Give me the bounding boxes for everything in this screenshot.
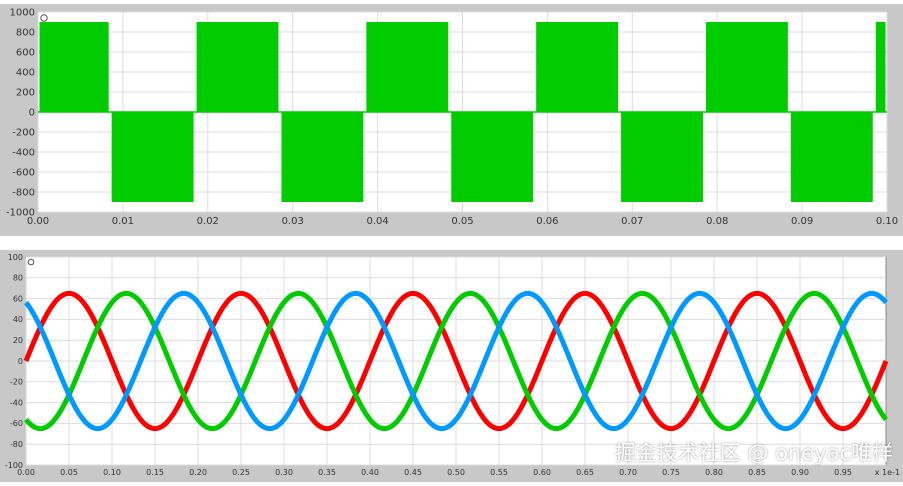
x-tick-label: 0.55 — [490, 468, 508, 477]
y-tick-label: 1000 — [10, 8, 35, 19]
y-tick-label: 400 — [16, 68, 35, 79]
y-tick-label: 80 — [13, 274, 23, 283]
x-tick-label: 0.50 — [447, 468, 465, 477]
x-tick-label: 0.15 — [146, 468, 164, 477]
pulse-block — [536, 22, 619, 112]
y-tick-label: 800 — [16, 28, 35, 39]
x-tick-label: 0.30 — [275, 468, 293, 477]
y-tick-label: 100 — [8, 253, 23, 262]
y-tick-label: 0 — [18, 357, 23, 366]
watermark-text: 掘金技术社区 @ oneyac唯样 — [614, 441, 893, 465]
pulse-block — [621, 112, 703, 202]
pulse-block — [281, 112, 364, 202]
y-tick-label: 0 — [29, 108, 35, 119]
y-tick-label: -60 — [10, 419, 23, 428]
top-chart-panel: 1000 800 600 400 200 0 -200 -400 -600 -800 -1000 0.… — [0, 4, 903, 236]
y-tick-label: 40 — [13, 315, 23, 324]
x-tick-label: 0.08 — [706, 216, 728, 227]
x-tick-label: 0.10 — [876, 216, 898, 227]
x-tick-label: 0.07 — [621, 216, 643, 227]
x-tick-label: 0.80 — [705, 468, 723, 477]
y-tick-label: 600 — [16, 48, 35, 59]
pulse-block — [366, 22, 449, 112]
pulse-block — [196, 22, 279, 112]
x-tick-label: 0.09 — [791, 216, 813, 227]
x-tick-label: 0.25 — [232, 468, 250, 477]
x-tick-label: 0.95 — [834, 468, 852, 477]
x-tick-label: 0.85 — [748, 468, 766, 477]
x-tick-label: 0.20 — [189, 468, 207, 477]
pulse-block — [875, 22, 886, 112]
x-tick-label: 0.03 — [282, 216, 304, 227]
y-tick-label: 20 — [13, 336, 23, 345]
x-tick-label: 0.02 — [197, 216, 219, 227]
x-tick-label: 0.10 — [103, 468, 121, 477]
y-tick-label: -800 — [12, 188, 35, 199]
x-tick-label: 0.05 — [60, 468, 78, 477]
y-tick-label: -600 — [12, 168, 35, 179]
x-tick-label: 0.35 — [318, 468, 336, 477]
pulse-block — [111, 112, 194, 202]
y-tick-label: -40 — [10, 398, 23, 407]
x-tick-label: 0.75 — [662, 468, 680, 477]
x-tick-label: 0.00 — [17, 468, 35, 477]
pulse-block — [451, 112, 534, 202]
x-tick-label: 0.45 — [404, 468, 422, 477]
x-tick-label: 0.40 — [361, 468, 379, 477]
y-tick-label: 200 — [16, 88, 35, 99]
x-tick-label: 0.04 — [366, 216, 388, 227]
y-tick-label: -80 — [10, 440, 23, 449]
pulse-block — [705, 22, 788, 112]
x-tick-label: 0.05 — [451, 216, 473, 227]
y-tick-label: -20 — [10, 378, 23, 387]
x-tick-label: 0.90 — [791, 468, 809, 477]
top-chart: 10008006004002000-200-400-600-800-10000.… — [6, 8, 898, 228]
x-scale-note: x 1e-1 — [875, 468, 900, 477]
pulse-block — [39, 22, 109, 112]
x-tick-label: 0.60 — [533, 468, 551, 477]
x-tick-label: 0.65 — [576, 468, 594, 477]
x-tick-label: 0.00 — [27, 216, 49, 227]
y-tick-label: 60 — [13, 294, 23, 303]
x-tick-label: 0.70 — [619, 468, 637, 477]
y-tick-label: -400 — [12, 148, 35, 159]
x-tick-label: 0.01 — [112, 216, 134, 227]
y-tick-label: -200 — [12, 128, 35, 139]
x-tick-label: 0.06 — [536, 216, 558, 227]
pulse-block — [790, 112, 873, 202]
